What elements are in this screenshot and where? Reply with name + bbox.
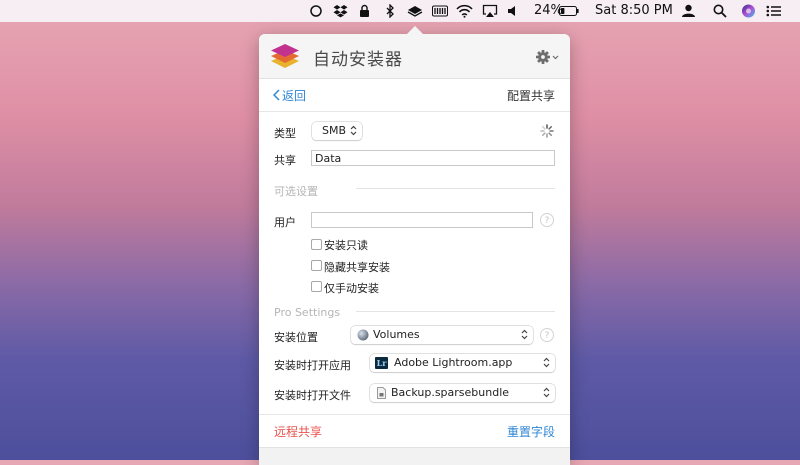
memory-meter-icon[interactable] — [432, 0, 448, 22]
menu-bar: 24% Sat 8:50 PM — [0, 0, 800, 22]
user-help-button[interactable]: ? — [540, 213, 554, 227]
user-icon[interactable] — [681, 0, 696, 22]
app-title: 自动安装器 — [313, 50, 403, 70]
updown-arrows-icon — [543, 357, 550, 368]
open-file-label: 安装时打开文件 — [274, 389, 351, 402]
divider — [356, 311, 555, 312]
spotlight-search-icon[interactable] — [713, 0, 727, 22]
automounter-popover: 自动安装器 返回 配置共享 类型 SMB 共享 Data 可选设置 用户 ? 安… — [259, 26, 570, 465]
mount-location-label: 安装位置 — [274, 331, 318, 344]
status-circle-icon[interactable] — [310, 0, 322, 22]
back-label: 返回 — [282, 89, 307, 103]
pro-settings-heading: Pro Settings — [274, 306, 341, 319]
mount-location-help-button[interactable]: ? — [540, 328, 554, 342]
divider — [259, 414, 570, 415]
checkbox-hide-mount[interactable] — [311, 260, 322, 271]
open-file-select[interactable]: Backup.sparsebundle — [370, 384, 555, 402]
clock[interactable]: Sat 8:50 PM — [595, 0, 673, 22]
automounter-menubar-icon[interactable] — [407, 0, 423, 22]
panel-footer — [259, 447, 570, 465]
reset-fields-link[interactable]: 重置字段 — [507, 423, 555, 440]
siri-icon[interactable] — [741, 0, 756, 22]
lightroom-app-icon: Lr — [375, 357, 388, 369]
panel-header: 自动安装器 — [259, 34, 570, 79]
dropbox-icon[interactable] — [333, 0, 348, 22]
open-app-select[interactable]: Lr Adobe Lightroom.app — [370, 354, 555, 372]
page-heading: 配置共享 — [506, 89, 555, 103]
updown-arrows-icon — [521, 329, 528, 340]
bluetooth-icon[interactable] — [385, 0, 395, 22]
checkbox-read-only[interactable] — [311, 239, 322, 250]
volume-icon[interactable] — [507, 0, 519, 22]
divider — [356, 188, 555, 189]
volume-disk-icon — [357, 329, 369, 341]
share-label: 共享 — [274, 154, 296, 167]
automounter-logo-icon — [270, 42, 300, 74]
type-select[interactable]: SMB — [312, 122, 362, 140]
remote-share-link[interactable]: 远程共享 — [274, 423, 322, 440]
file-icon — [377, 387, 386, 399]
checkbox-read-only-label: 安装只读 — [324, 239, 368, 252]
user-input[interactable] — [311, 212, 533, 228]
updown-arrows-icon — [543, 387, 550, 398]
battery-icon[interactable] — [559, 0, 579, 22]
open-app-label: 安装时打开应用 — [274, 359, 351, 372]
lock-icon[interactable] — [359, 0, 370, 22]
divider — [259, 111, 570, 112]
airplay-icon[interactable] — [482, 0, 498, 22]
share-input[interactable]: Data — [311, 150, 555, 166]
optional-settings-heading: 可选设置 — [274, 185, 318, 198]
mount-location-value: Volumes — [373, 328, 420, 341]
type-label: 类型 — [274, 127, 296, 140]
settings-gear-icon[interactable] — [536, 49, 560, 68]
wifi-icon[interactable] — [456, 0, 473, 22]
checkbox-manual-only-label: 仅手动安装 — [324, 282, 379, 295]
mount-location-select[interactable]: Volumes — [351, 326, 533, 344]
user-label: 用户 — [274, 216, 296, 229]
checkbox-hide-mount-label: 隐藏共享安装 — [324, 261, 390, 274]
loading-spinner-icon — [540, 123, 554, 142]
checkbox-manual-only[interactable] — [311, 281, 322, 292]
open-file-value: Backup.sparsebundle — [391, 386, 510, 399]
type-value: SMB — [322, 124, 347, 137]
chevron-left-icon — [273, 89, 280, 101]
open-app-value: Adobe Lightroom.app — [394, 356, 513, 369]
notification-center-icon[interactable] — [766, 0, 781, 22]
updown-arrows-icon — [350, 125, 357, 136]
